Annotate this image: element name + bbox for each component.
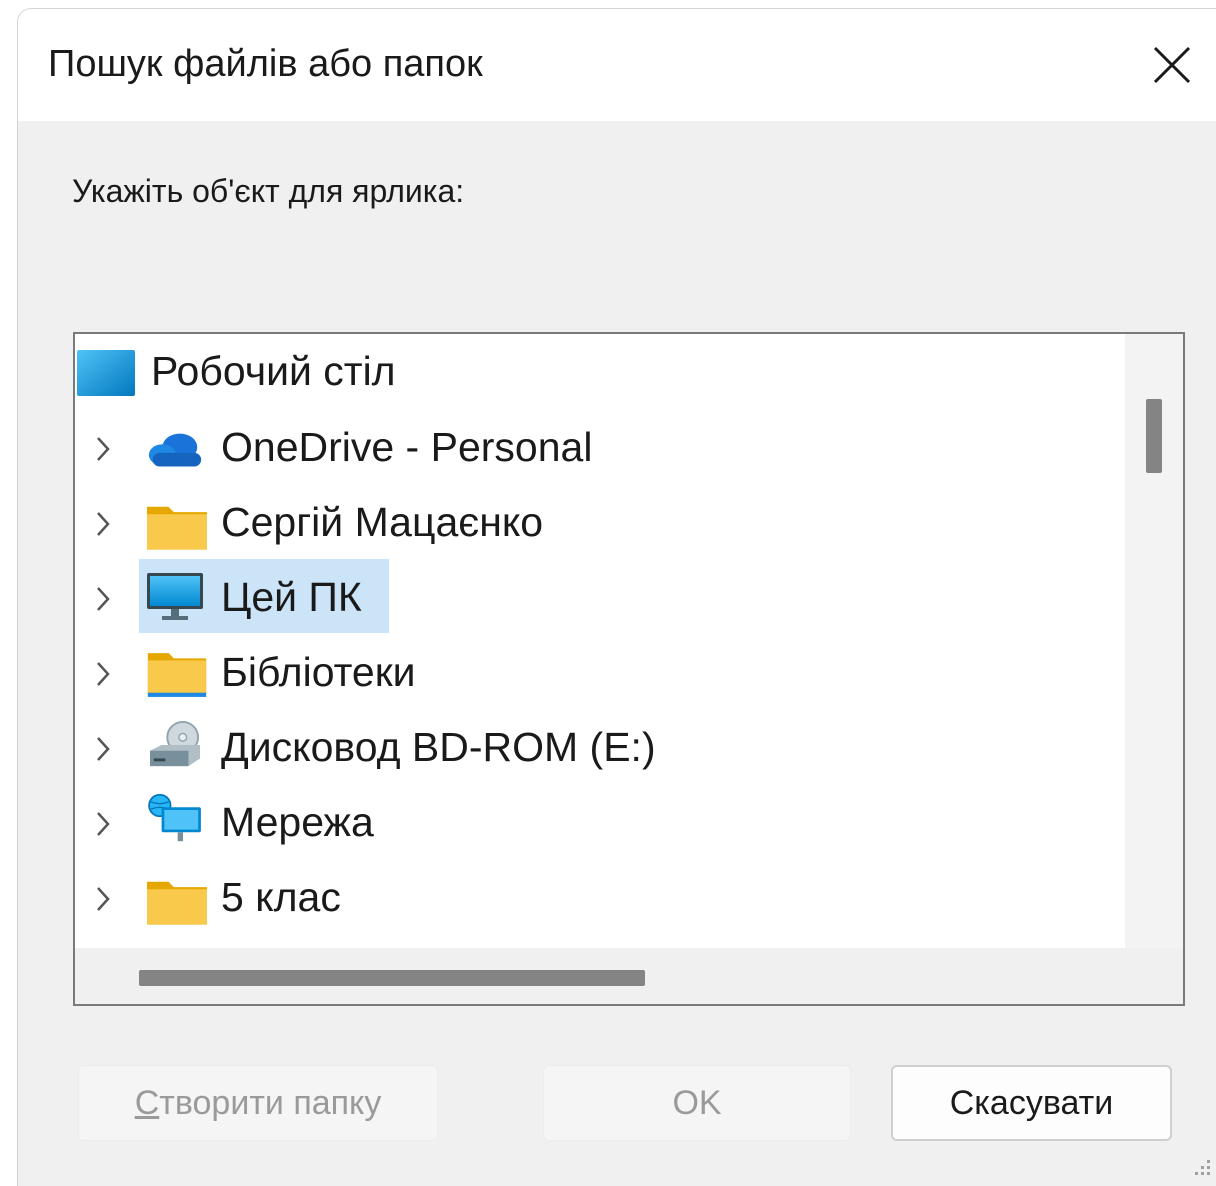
optical-drive-icon	[150, 720, 200, 767]
tree-item-network[interactable]: Мережа	[75, 789, 675, 859]
ok-button[interactable]: OK	[543, 1065, 851, 1141]
tree-item-user-folder[interactable]: Сергій Мацаєнко	[75, 489, 675, 559]
accelerator-letter: С	[134, 1083, 160, 1122]
expand-chevron[interactable]	[89, 489, 117, 559]
tree-item-label: Мережа	[221, 799, 374, 845]
expand-chevron[interactable]	[89, 714, 117, 784]
tree-item-label: 5 клас	[221, 874, 341, 920]
close-icon	[1153, 46, 1191, 84]
chevron-right-icon	[97, 887, 110, 911]
dialog-title: Пошук файлів або папок	[48, 43, 483, 85]
desktop-icon	[77, 350, 135, 396]
cancel-button[interactable]: Скасувати	[891, 1065, 1172, 1141]
tree-item-label: OneDrive - Personal	[221, 424, 593, 470]
chevron-right-icon	[97, 737, 110, 761]
tree-item-bd-rom[interactable]: Дисковод BD-ROM (E:)	[75, 714, 775, 784]
onedrive-cloud-icon	[148, 433, 202, 467]
tree-item-label: Цей ПК	[221, 574, 362, 620]
library-folder-icon	[147, 653, 207, 697]
network-icon	[148, 793, 201, 842]
browse-dialog: Пошук файлів або папок Укажіть об'єкт дл…	[17, 8, 1216, 1186]
tree-item-5-klas[interactable]: 5 клас	[75, 864, 675, 934]
tree-item-label: Робочий стіл	[151, 348, 396, 394]
prompt-label: Укажіть об'єкт для ярлика:	[72, 173, 465, 209]
vertical-scroll-thumb[interactable]	[1146, 399, 1162, 473]
title-bar: Пошук файлів або папок	[18, 9, 1216, 121]
tree-item-desktop[interactable]: Робочий стіл	[75, 338, 475, 408]
expand-chevron[interactable]	[89, 864, 117, 934]
tree-item-this-pc[interactable]: Цей ПК	[75, 564, 395, 634]
expand-chevron[interactable]	[89, 564, 117, 634]
new-folder-button[interactable]: Створити папку	[78, 1065, 438, 1141]
folder-tree[interactable]: Робочий стіл OneDrive - Personal Сергій …	[73, 332, 1185, 1006]
expand-chevron[interactable]	[89, 414, 117, 484]
tree-item-onedrive[interactable]: OneDrive - Personal	[75, 414, 675, 484]
close-button[interactable]	[1128, 23, 1216, 107]
chevron-right-icon	[97, 437, 110, 461]
folder-icon	[147, 506, 207, 550]
resize-grip-icon[interactable]	[1185, 1154, 1213, 1182]
chevron-right-icon	[97, 812, 110, 836]
tree-item-libraries[interactable]: Бібліотеки	[75, 639, 675, 709]
chevron-right-icon	[97, 662, 110, 686]
chevron-right-icon	[97, 587, 110, 611]
tree-item-label: Бібліотеки	[221, 649, 416, 695]
button-label: творити папку	[159, 1083, 382, 1122]
monitor-icon	[147, 573, 203, 620]
tree-item-label: Сергій Мацаєнко	[221, 499, 544, 545]
folder-icon	[147, 881, 207, 925]
vertical-scrollbar[interactable]	[1125, 334, 1183, 948]
tree-viewport: Робочий стіл OneDrive - Personal Сергій …	[75, 334, 1125, 948]
tree-item-label: Дисковод BD-ROM (E:)	[221, 724, 656, 770]
expand-chevron[interactable]	[89, 789, 117, 859]
chevron-right-icon	[97, 512, 110, 536]
expand-chevron[interactable]	[89, 639, 117, 709]
horizontal-scroll-thumb[interactable]	[139, 970, 645, 986]
